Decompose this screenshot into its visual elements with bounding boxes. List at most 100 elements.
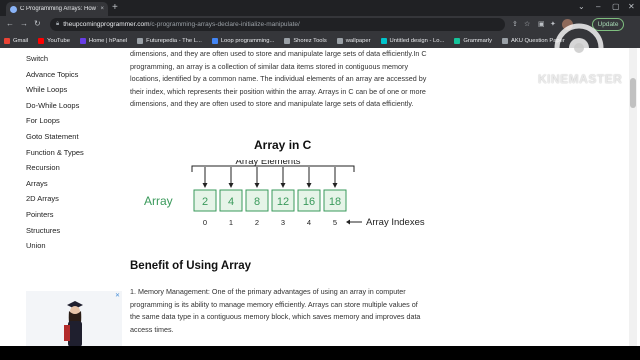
sidebar-item[interactable]: Structures <box>26 226 60 235</box>
array-cell-value: 4 <box>228 196 234 208</box>
sidebar-item[interactable]: Goto Statement <box>26 132 79 141</box>
maximize-icon[interactable]: ▢ <box>612 2 620 11</box>
bookmark-favicon-icon <box>211 37 218 44</box>
bookmark-item[interactable]: Home | hPanel <box>79 37 128 44</box>
bookmark-favicon-icon <box>501 37 508 44</box>
sidebar-item[interactable]: Pointers <box>26 210 54 219</box>
forward-arrow-icon[interactable]: → <box>20 19 28 28</box>
sidebar-item[interactable]: Do-While Loops <box>26 101 79 110</box>
array-index: 1 <box>229 218 233 227</box>
element-arrowhead <box>332 183 338 188</box>
reload-icon[interactable]: ↻ <box>34 19 41 28</box>
array-cell-value: 2 <box>202 196 208 208</box>
paragraph-line: their index, which represents their posi… <box>130 86 426 96</box>
bookmark-favicon-icon <box>336 37 343 44</box>
site-favicon-icon <box>10 5 17 13</box>
bookmark-label: Home | hPanel <box>88 37 128 44</box>
element-arrowhead <box>306 183 312 188</box>
paragraph-line: locations, identified by a common name. … <box>130 74 427 84</box>
array-diagram: Array Elements204182123164185ArrayArray … <box>144 160 425 228</box>
indexes-arrowhead <box>346 219 350 225</box>
watermark-text: KINEMASTER <box>538 72 623 86</box>
address-bar[interactable]: 🔒︎ theupcomingprogrammer.com/c-programmi… <box>50 18 505 31</box>
paragraph-line: dimensions, and they are often used to s… <box>130 99 414 109</box>
bookmark-favicon-icon <box>137 37 144 44</box>
paragraph-line: dimensions, and they are often used to s… <box>130 49 427 58</box>
video-letterbox <box>0 346 640 360</box>
sidebar-item[interactable]: Recursion <box>26 163 60 172</box>
share-icon[interactable]: ⇪ <box>512 20 518 28</box>
tab-close-icon[interactable]: × <box>100 6 104 12</box>
element-arrowhead <box>202 183 208 188</box>
paragraph-line: the same data type in a contiguous memor… <box>130 312 421 322</box>
element-arrowhead <box>228 183 234 188</box>
sidebar-item[interactable]: Function & Types <box>26 148 84 157</box>
browser-window: C Programming Arrays: How to D × + ⌄ – ▢… <box>0 0 640 346</box>
paragraph-line: programming is its ability to manage mem… <box>130 299 418 309</box>
array-label: Array <box>144 194 173 208</box>
new-tab-button[interactable]: + <box>112 2 118 14</box>
bookmark-label: wallpaper <box>345 37 371 44</box>
bookmark-item[interactable]: Gmail <box>4 37 29 44</box>
section-heading: Benefit of Using Array <box>130 260 251 272</box>
elements-label: Array Elements <box>236 160 301 167</box>
paragraph-line: 1. Memory Management: One of the primary… <box>130 287 406 296</box>
bookmark-favicon-icon <box>284 37 291 44</box>
browser-tab[interactable]: C Programming Arrays: How to D × <box>6 2 108 16</box>
tab-search-icon[interactable]: ⌄ <box>578 2 585 11</box>
array-cell-value: 16 <box>303 196 315 208</box>
indexes-label: Array Indexes <box>366 217 425 228</box>
sidebar-item[interactable]: 2D Arrays <box>26 194 59 203</box>
element-arrowhead <box>280 183 286 188</box>
element-arrowhead <box>254 183 260 188</box>
minimize-icon[interactable]: – <box>596 2 600 11</box>
bookmark-favicon-icon <box>4 37 10 44</box>
bookmark-item[interactable]: Grammarly <box>454 37 492 44</box>
back-arrow-icon[interactable]: ← <box>6 19 14 28</box>
bookmark-item[interactable]: YouTube <box>38 37 70 44</box>
bookmark-star-icon[interactable]: ☆ <box>524 20 530 28</box>
figure-title: Array in C <box>254 138 312 152</box>
array-index: 0 <box>203 218 207 227</box>
url-path: /c-programming-arrays-declare-initialize… <box>149 21 300 28</box>
graduate-image <box>64 301 83 346</box>
bookmark-label: Futurepedia - The L... <box>146 37 202 44</box>
paragraph-line: access times. <box>130 324 174 334</box>
array-index: 4 <box>307 218 311 227</box>
sidebar-item[interactable]: While Loops <box>26 85 67 94</box>
sidebar-item[interactable]: Switch <box>26 54 48 63</box>
sidebar-item[interactable]: Arrays <box>26 179 48 188</box>
bookmark-label: YouTube <box>47 37 70 44</box>
array-index: 2 <box>255 218 259 227</box>
array-index: 5 <box>333 218 337 227</box>
bookmark-label: Shorez Tools <box>293 37 327 44</box>
bookmark-item[interactable]: Untitled design - Lo... <box>380 37 445 44</box>
array-index: 3 <box>281 218 285 227</box>
advertisement[interactable]: ✕ <box>26 291 122 346</box>
tab-strip: C Programming Arrays: How to D × + ⌄ – ▢… <box>0 0 640 16</box>
bookmark-favicon-icon <box>38 37 45 44</box>
bookmark-favicon-icon <box>79 37 86 44</box>
bookmark-label: Grammarly <box>463 37 492 44</box>
url-host: theupcomingprogrammer.com <box>63 21 150 28</box>
array-cell-value: 8 <box>254 196 260 208</box>
ad-close-icon[interactable]: ✕ <box>115 292 120 299</box>
bookmark-item[interactable]: wallpaper <box>336 37 371 44</box>
bookmark-label: Loop programming... <box>220 37 275 44</box>
bookmark-item[interactable]: Loop programming... <box>211 37 275 44</box>
lock-icon: 🔒︎ <box>56 21 60 27</box>
sidebar-item[interactable]: Advance Topics <box>26 70 78 79</box>
bookmark-item[interactable]: Futurepedia - The L... <box>137 37 202 44</box>
bookmark-favicon-icon <box>454 37 461 44</box>
sidebar-item[interactable]: For Loops <box>26 116 60 125</box>
tab-title: C Programming Arrays: How to D <box>20 6 98 12</box>
bookmark-label: Untitled design - Lo... <box>389 37 445 44</box>
array-cell-value: 12 <box>277 196 289 208</box>
close-window-icon[interactable]: ✕ <box>628 2 635 11</box>
sidebar-item[interactable]: Union <box>26 241 46 250</box>
array-cell-value: 18 <box>329 196 341 208</box>
bookmark-item[interactable]: Shorez Tools <box>284 37 327 44</box>
bookmark-favicon-icon <box>380 37 387 44</box>
paragraph-line: programming, an array is a collection of… <box>130 61 409 71</box>
bookmark-label: Gmail <box>13 37 29 44</box>
